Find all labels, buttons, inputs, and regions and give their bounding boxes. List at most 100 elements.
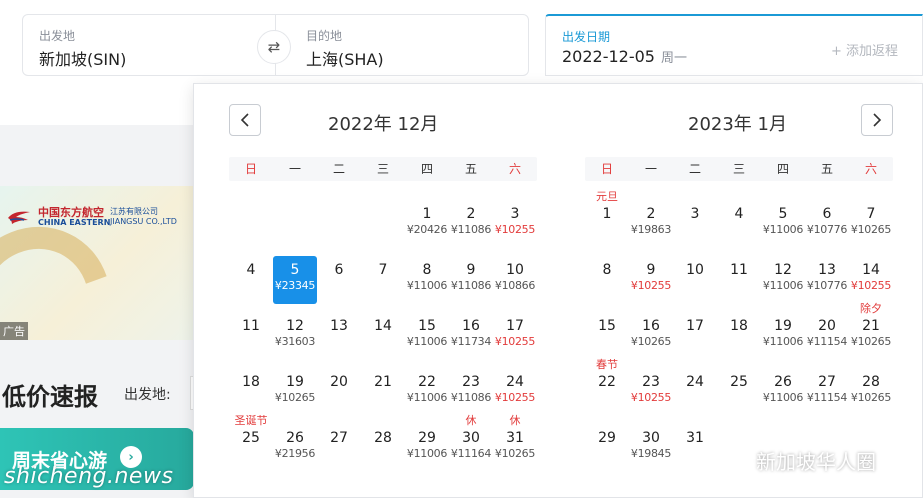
day-number: 27: [818, 374, 836, 390]
day-cell[interactable]: 28 ¥10265: [849, 352, 893, 408]
day-number: 12: [286, 318, 304, 334]
month-title-dec-2022: 2022年 12月: [328, 114, 439, 135]
holiday-tag: 元旦: [596, 190, 618, 203]
day-grid: 1 ¥20426 2 ¥11086 3 ¥10255 4 5 ¥23345 6 7 8 ¥11006 9 ¥…: [229, 184, 537, 464]
day-number: 30: [642, 430, 660, 446]
day-number: 2: [646, 206, 656, 222]
weekday-label: 六: [508, 162, 521, 176]
day-cell[interactable]: 12 ¥31603: [273, 296, 317, 352]
day-number: 24: [506, 374, 524, 390]
day-cell[interactable]: 20: [317, 352, 361, 408]
day-number: 21: [374, 374, 392, 390]
date-weekday: 周一: [660, 51, 687, 66]
airline-name-en: CHINA EASTERN: [38, 218, 111, 227]
day-price-lowest: ¥10255: [850, 279, 892, 292]
day-number: 25: [242, 430, 260, 446]
day-number: 29: [598, 430, 616, 446]
day-number: 28: [862, 374, 880, 390]
day-number: 11: [730, 262, 748, 278]
day-cell-selected[interactable]: 5 ¥23345: [273, 240, 317, 304]
day-price-lowest: ¥10255: [630, 391, 672, 404]
day-number: 10: [506, 262, 524, 278]
day-cell[interactable]: 14 ¥10255: [849, 240, 893, 296]
day-number: 12: [774, 262, 792, 278]
airline-ad-banner[interactable]: 中国东方航空 CHINA EASTERN 江苏有限公司 JIANGSU CO.,…: [0, 186, 196, 340]
day-number: 24: [686, 374, 704, 390]
prev-month-button[interactable]: [229, 104, 261, 136]
destination-value: 上海(SHA): [306, 50, 384, 69]
day-number: 17: [506, 318, 524, 334]
origin-value: 新加坡(SIN): [39, 50, 127, 69]
day-cell[interactable]: 休 31 ¥10265: [493, 408, 537, 464]
day-cell[interactable]: 2 ¥19863: [629, 184, 673, 240]
day-cell[interactable]: 3: [673, 184, 717, 240]
day-cell[interactable]: 7 ¥10265: [849, 184, 893, 240]
month-dec-2022: 日一二三四五六 1 ¥20426 2 ¥11086 3 ¥10255 4 5 ¥23345 6 7 8…: [229, 157, 537, 464]
day-cell[interactable]: 除夕 21 ¥10265: [849, 296, 893, 352]
day-number: 19: [774, 318, 792, 334]
weekday-label: 日: [600, 162, 613, 176]
weekday-header: 日一二三四五六: [585, 157, 893, 181]
day-cell[interactable]: 24 ¥10255: [493, 352, 537, 408]
day-number: 15: [598, 318, 616, 334]
chevron-left-icon: [240, 113, 249, 127]
day-number: 27: [330, 430, 348, 446]
day-price: ¥19845: [630, 447, 672, 460]
day-price-lowest: ¥10255: [494, 223, 536, 236]
day-cell[interactable]: 6: [317, 240, 361, 296]
day-cell[interactable]: 30 ¥19845: [629, 408, 673, 464]
day-cell[interactable]: 31: [673, 408, 717, 464]
day-number: 7: [378, 262, 388, 278]
day-number: 30: [462, 430, 480, 446]
day-number: 4: [734, 206, 744, 222]
promo-title: 低价速报: [2, 383, 98, 411]
day-number: 4: [246, 262, 256, 278]
day-cell[interactable]: 23 ¥10255: [629, 352, 673, 408]
day-cell[interactable]: 17 ¥10255: [493, 296, 537, 352]
origin-label: 出发地: [39, 29, 76, 43]
day-number: 10: [686, 262, 704, 278]
weekday-label: 六: [864, 162, 877, 176]
departure-date-field[interactable]: 出发日期 2022-12-05 周一 + 添加返程: [545, 14, 923, 76]
day-number: 14: [862, 262, 880, 278]
day-cell[interactable]: 26 ¥21956: [273, 408, 317, 464]
day-cell[interactable]: 27: [317, 408, 361, 464]
day-number: 20: [330, 374, 348, 390]
day-number: 11: [242, 318, 260, 334]
day-cell[interactable]: 24: [673, 352, 717, 408]
day-cell[interactable]: 16 ¥10265: [629, 296, 673, 352]
day-cell[interactable]: 19 ¥10265: [273, 352, 317, 408]
add-return-button[interactable]: + 添加返程: [831, 40, 898, 59]
day-number: 2: [466, 206, 476, 222]
day-price: ¥10265: [494, 447, 536, 460]
day-number: 18: [730, 318, 748, 334]
day-number: 26: [774, 374, 792, 390]
day-number: 19: [286, 374, 304, 390]
departure-date-label: 出发日期: [562, 30, 611, 44]
next-month-button[interactable]: [861, 104, 893, 136]
day-number: 16: [462, 318, 480, 334]
weekday-label: 五: [464, 162, 477, 176]
month-jan-2023: 日一二三四五六 元旦 1 2 ¥19863 3 4 5 ¥11006 6 ¥10776 7 ¥1026…: [585, 157, 893, 464]
day-number: 15: [418, 318, 436, 334]
day-price-lowest: ¥10255: [494, 391, 536, 404]
day-cell[interactable]: 17: [673, 296, 717, 352]
destination-field[interactable]: 目的地 上海(SHA): [275, 14, 529, 76]
day-number: 5: [290, 262, 300, 278]
origin-field[interactable]: 出发地 新加坡(SIN): [22, 14, 276, 76]
day-number: 22: [598, 374, 616, 390]
departure-date-value: 2022-12-05 周一: [562, 47, 687, 66]
day-number: 13: [330, 318, 348, 334]
day-number: 5: [778, 206, 788, 222]
swap-icon[interactable]: ⇄: [257, 30, 291, 64]
day-cell[interactable]: 9 ¥10255: [629, 240, 673, 296]
day-cell[interactable]: 10: [673, 240, 717, 296]
weekday-label: 一: [288, 162, 301, 176]
day-number: 17: [686, 318, 704, 334]
day-cell[interactable]: 10 ¥10866: [493, 240, 537, 296]
day-cell[interactable]: 3 ¥10255: [493, 184, 537, 240]
day-price: ¥19863: [630, 223, 672, 236]
day-price: ¥10265: [850, 391, 892, 404]
chevron-right-icon: [873, 113, 882, 127]
day-cell[interactable]: 13: [317, 296, 361, 352]
